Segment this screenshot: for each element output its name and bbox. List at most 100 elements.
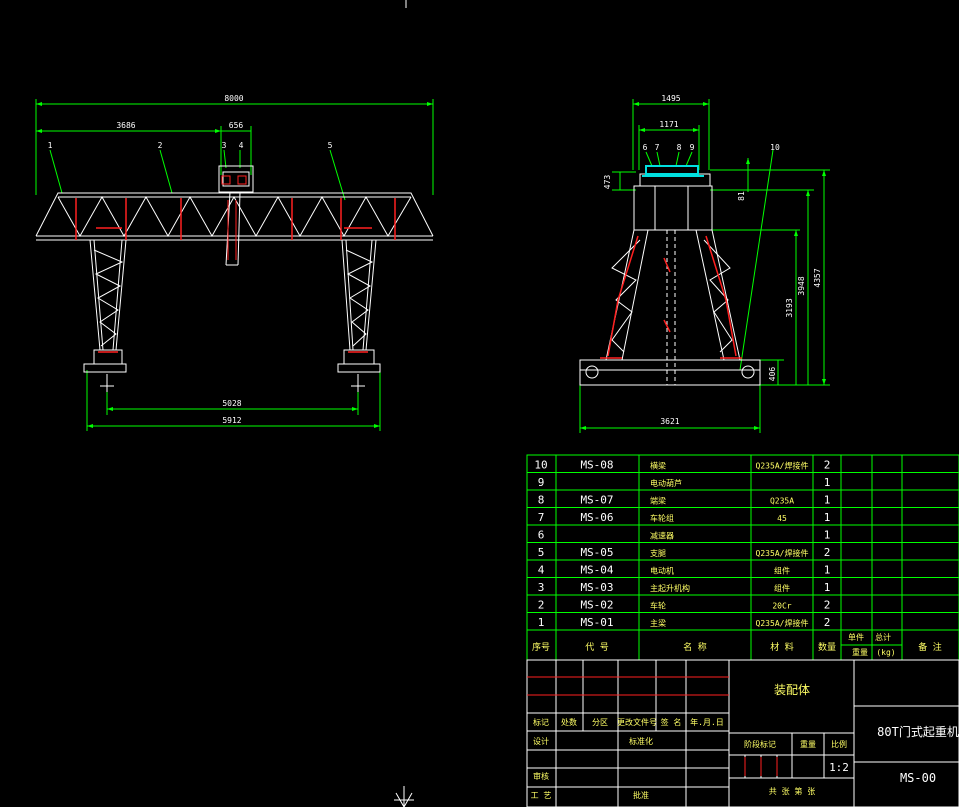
balloon-9: 9 xyxy=(690,143,695,152)
label-design: 设计 xyxy=(533,736,549,746)
label-weight: 重量 xyxy=(800,739,816,749)
parts-cell-qty: 2 xyxy=(824,459,831,472)
parts-rows: 10 MS-08 横梁 Q235A/焊接件 2 9 电动葫芦 1 8 MS-07 端梁 Q235A 1 7… xyxy=(527,459,959,631)
rev-headers: 标记 处数 分区 更改文件号签 名年.月.日 xyxy=(533,717,724,727)
parts-cell-name: 支腿 xyxy=(650,548,666,558)
parts-cell-no: 8 xyxy=(538,494,545,507)
header-qty: 数量 xyxy=(818,641,836,653)
header-unit-weight: 单件 xyxy=(848,632,864,642)
parts-cell-material: 组件 xyxy=(774,583,790,593)
parts-cell-qty: 1 xyxy=(824,511,831,524)
parts-cell-no: 6 xyxy=(538,529,545,542)
balloon-2: 2 xyxy=(158,141,163,150)
parts-cell-material: Q235A xyxy=(770,497,794,506)
balloon-6: 6 xyxy=(643,143,648,152)
parts-cell-no: 10 xyxy=(534,459,547,472)
sheets-label: 共 张 第 张 xyxy=(769,786,815,796)
dim-rail-span: 5028 xyxy=(222,399,241,408)
label-review: 审核 xyxy=(533,771,549,781)
parts-cell-no: 1 xyxy=(538,616,545,629)
parts-cell-material: 20Cr xyxy=(772,602,791,611)
parts-cell-name: 电动葫芦 xyxy=(650,478,682,488)
parts-cell-qty: 2 xyxy=(824,546,831,559)
dim-left-span: 3686 xyxy=(116,121,135,130)
dim-base-span: 5912 xyxy=(222,416,241,425)
parts-cell-no: 2 xyxy=(538,599,545,612)
balloon-5: 5 xyxy=(328,141,333,150)
side-frame xyxy=(579,173,761,386)
side-dimensions xyxy=(579,99,830,433)
dim-trolley: 656 xyxy=(229,121,244,130)
parts-cell-qty: 2 xyxy=(824,616,831,629)
label-stage-mark: 阶段标记 xyxy=(744,739,776,749)
parts-cell-code: MS-03 xyxy=(580,581,613,594)
parts-cell-qty: 1 xyxy=(824,494,831,507)
assembly-label: 装配体 xyxy=(774,683,810,697)
balloon-4: 4 xyxy=(239,141,244,150)
balloon-10: 10 xyxy=(770,143,780,152)
header-no: 序号 xyxy=(532,641,550,653)
parts-cell-name: 车轮 xyxy=(650,601,666,611)
rail-marks xyxy=(100,374,365,392)
main-girder xyxy=(35,192,434,241)
parts-cell-name: 主起升机构 xyxy=(650,583,690,593)
dim-h-81: 81 xyxy=(737,191,746,201)
parts-cell-no: 4 xyxy=(538,564,545,577)
parts-cell-code: MS-01 xyxy=(580,616,613,629)
parts-cell-material: Q235A/焊接件 xyxy=(756,461,809,471)
label-ratio: 比例 xyxy=(831,739,847,749)
parts-cell-no: 9 xyxy=(538,476,545,489)
parts-cell-name: 车轮组 xyxy=(650,513,674,523)
title-block: 标记 处数 分区 更改文件号签 名年.月.日 设计 标准化 审核 工 艺 批准 装配体… xyxy=(526,659,959,807)
side-leg-plates xyxy=(600,235,742,359)
parts-cell-qty: 1 xyxy=(824,529,831,542)
dim-h-4357: 4357 xyxy=(813,268,822,287)
parts-cell-qty: 2 xyxy=(824,599,831,612)
rev-header-label: 更改文件号 xyxy=(617,717,657,727)
header-remark: 备 注 xyxy=(918,641,941,653)
label-approve: 批准 xyxy=(633,790,649,800)
rev-header-label: 处数 xyxy=(561,717,577,727)
scale-value: 1:2 xyxy=(829,761,849,774)
drawing-number: MS-00 xyxy=(900,771,936,785)
dim-h-406: 406 xyxy=(768,367,777,382)
label-standardize: 标准化 xyxy=(629,736,653,746)
parts-list: 10 MS-08 横梁 Q235A/焊接件 2 9 电动葫芦 1 8 MS-07 端梁 Q235A 1 7… xyxy=(526,454,959,661)
drawing-title: 80T门式起重机 xyxy=(877,724,959,739)
dim-top-width: 1495 xyxy=(661,94,680,103)
parts-cell-code: MS-06 xyxy=(580,511,613,524)
cad-drawing: 8000 3686 656 5028 5912 1 2 3 4 5 1495 1… xyxy=(35,0,959,807)
parts-cell-name: 主梁 xyxy=(650,618,666,628)
side-trolley xyxy=(642,165,704,177)
balloon-8: 8 xyxy=(677,143,682,152)
parts-cell-name: 端梁 xyxy=(650,496,666,506)
parts-cell-no: 5 xyxy=(538,546,545,559)
dim-h-small: 473 xyxy=(603,175,612,190)
parts-cell-qty: 1 xyxy=(824,581,831,594)
trolley-detail xyxy=(221,175,247,260)
parts-cell-code: MS-08 xyxy=(580,459,613,472)
parts-cell-material: Q235A/焊接件 xyxy=(756,618,809,628)
parts-cell-code: MS-07 xyxy=(580,494,613,507)
header-total-weight: 总计 xyxy=(875,632,891,642)
balloon-3: 3 xyxy=(222,141,227,150)
label-process: 工 艺 xyxy=(531,791,552,800)
parts-cell-qty: 1 xyxy=(824,564,831,577)
dim-overall-length: 8000 xyxy=(224,94,243,103)
parts-cell-code: MS-02 xyxy=(580,599,613,612)
parts-cell-material: Q235A/焊接件 xyxy=(756,548,809,558)
header-weight: 重量 xyxy=(852,647,868,657)
header-name: 名 称 xyxy=(683,641,706,653)
rev-header-label: 分区 xyxy=(592,718,608,727)
dim-h-3948: 3948 xyxy=(797,276,806,295)
parts-cell-code: MS-05 xyxy=(580,546,613,559)
stage-mark-boxes xyxy=(744,757,778,776)
parts-cell-name: 电动机 xyxy=(650,566,674,576)
parts-cell-no: 3 xyxy=(538,581,545,594)
title-block-red-lines xyxy=(527,676,729,696)
dim-base-width: 3621 xyxy=(660,417,679,426)
header-code: 代 号 xyxy=(585,642,608,653)
parts-cell-qty: 1 xyxy=(824,476,831,489)
dim-h-3193: 3193 xyxy=(785,298,794,317)
balloon-7: 7 xyxy=(655,143,660,152)
